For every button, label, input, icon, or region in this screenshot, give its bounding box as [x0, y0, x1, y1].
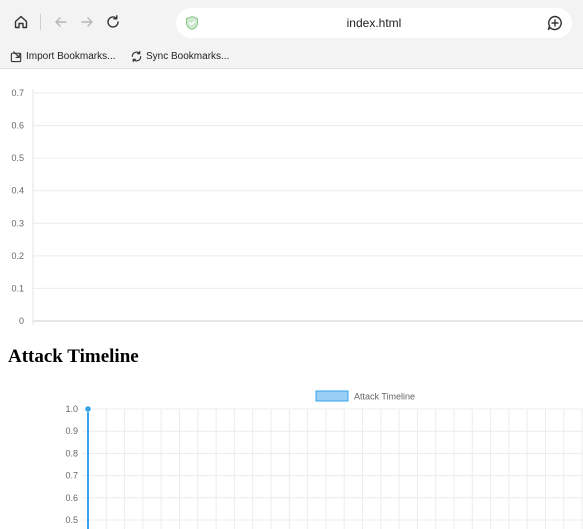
home-icon	[14, 15, 28, 29]
import-icon	[10, 50, 22, 62]
legend-swatch	[315, 390, 349, 402]
address-bar[interactable]: index.html	[176, 8, 572, 38]
y-tick-label: 0.6	[11, 121, 24, 131]
y-tick-label: 0.2	[11, 251, 24, 261]
legend-label: Attack Timeline	[354, 392, 415, 402]
page-heading: Attack Timeline	[8, 346, 139, 367]
chat-icon[interactable]	[546, 14, 564, 32]
attack-timeline-chart: Attack Timeline 1.0 0.9 0.8 0.7 0.6 0.5	[65, 390, 583, 529]
bookmark-sync-label: Sync Bookmarks...	[146, 50, 230, 62]
y-tick-label: 0	[19, 316, 24, 326]
bookmarks-bar: Import Bookmarks... Sync Bookmarks...	[0, 44, 583, 69]
back-arrow-icon	[55, 17, 67, 27]
empty-line-chart: 0.7 0.6 0.5 0.4 0.3 0.2 0.1 0	[11, 88, 583, 326]
y-tick-label: 0.6	[65, 493, 78, 503]
y-tick-label: 0.3	[11, 218, 24, 228]
y-tick-label: 0.8	[65, 448, 78, 458]
url-text[interactable]: index.html	[176, 16, 572, 30]
y-tick-label: 0.4	[11, 186, 24, 196]
y-tick-label: 0.5	[65, 515, 78, 525]
y-tick-label: 1.0	[65, 404, 78, 414]
reload-button[interactable]	[100, 9, 126, 35]
y-tick-label: 0.1	[11, 283, 24, 293]
forward-arrow-icon	[81, 17, 93, 27]
bookmark-sync[interactable]: Sync Bookmarks...	[130, 48, 229, 64]
browser-toolbar: index.html	[0, 0, 583, 44]
y-tick-label: 0.7	[65, 471, 78, 481]
home-button[interactable]	[8, 9, 34, 35]
y-tick-label: 0.5	[11, 153, 24, 163]
sync-icon	[131, 50, 142, 62]
back-button[interactable]	[48, 9, 74, 35]
page-content: 0.7 0.6 0.5 0.4 0.3 0.2 0.1 0 Attack Timeline A…	[0, 69, 583, 529]
toolbar-separator	[40, 14, 41, 30]
bookmark-import[interactable]: Import Bookmarks...	[10, 48, 115, 64]
bookmark-import-label: Import Bookmarks...	[26, 50, 116, 62]
y-tick-label: 0.7	[11, 88, 24, 98]
reload-icon	[107, 15, 119, 28]
forward-button[interactable]	[74, 9, 100, 35]
y-tick-label: 0.9	[65, 426, 78, 436]
data-point	[84, 405, 92, 413]
